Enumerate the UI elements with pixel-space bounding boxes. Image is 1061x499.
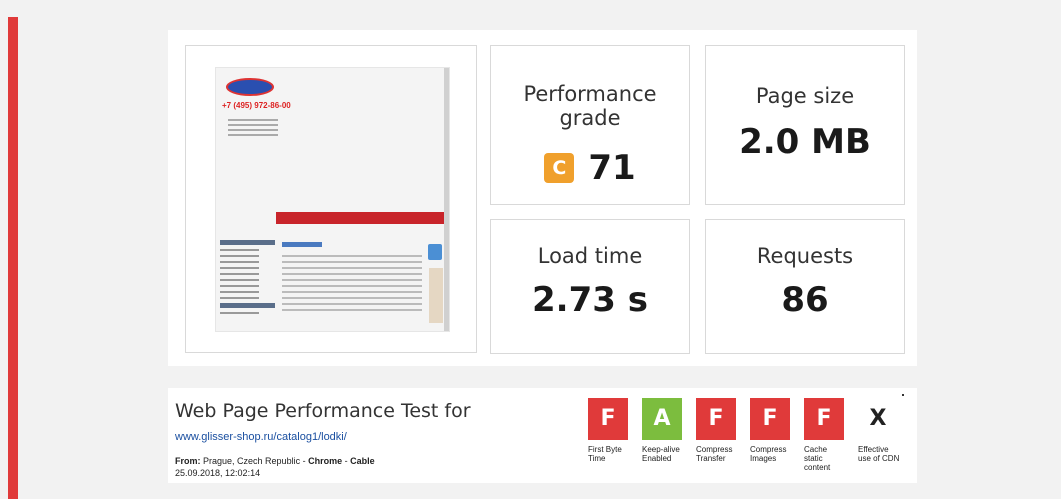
test-location: Prague, Czech Republic (203, 456, 301, 466)
grade-caption: Compress Images (750, 445, 800, 463)
load-time-value: 2.73 s (532, 280, 648, 320)
tested-url-link[interactable]: www.glisser-shop.ru/catalog1/lodki/ (175, 431, 347, 443)
grade-caption: First Byte Time (588, 445, 638, 463)
test-title: Web Page Performance Test for (175, 400, 471, 422)
grade-item[interactable]: F Cache static content (804, 398, 854, 472)
grade-caption: Keep-alive Enabled (642, 445, 692, 463)
site-logo (226, 78, 274, 96)
corner-dot (902, 394, 904, 396)
grade-list: F First Byte Time A Keep-alive Enabled F Compre… (588, 398, 918, 483)
page-size-value: 2.0 MB (739, 122, 871, 162)
performance-score: 71 (588, 148, 636, 188)
separator-2: - (344, 456, 348, 466)
performance-grade-card: Performance grade C 71 (490, 45, 690, 205)
grade-box: F (804, 398, 844, 440)
site-main-content (282, 238, 422, 315)
grade-caption: Cache static content (804, 445, 854, 472)
site-sidebar (220, 236, 275, 331)
site-address-lines (228, 116, 278, 139)
separator-1: - (302, 456, 306, 466)
requests-card: Requests 86 (705, 219, 905, 354)
grade-caption-line: use of CDN (858, 454, 900, 463)
page-size-card: Page size 2.0 MB (705, 45, 905, 205)
grade-caption-line: First Byte (588, 445, 622, 454)
grade-box: X (858, 398, 898, 440)
page-screenshot-card[interactable]: +7 (495) 972-86-00 (185, 45, 477, 353)
grade-box: F (696, 398, 736, 440)
requests-label: Requests (756, 244, 854, 268)
grade-caption-line: Keep-alive (642, 445, 680, 454)
page-screenshot-thumbnail[interactable]: +7 (495) 972-86-00 (215, 67, 450, 332)
grade-box: A (642, 398, 682, 440)
site-nav-bar (276, 212, 449, 224)
grade-caption-line: static (804, 454, 823, 463)
grade-caption-line: content (804, 463, 831, 472)
grade-item[interactable]: F First Byte Time (588, 398, 638, 463)
performance-grade-letter: C (544, 153, 575, 183)
test-info-panel: Web Page Performance Test for www.glisse… (168, 388, 917, 483)
load-time-card: Load time 2.73 s (490, 219, 690, 354)
thumbnail-scrollbar (444, 68, 449, 331)
summary-panel: +7 (495) 972-86-00 Performance grade C 7… (168, 30, 917, 366)
grade-box: F (750, 398, 790, 440)
grade-caption-line: Cache (804, 445, 828, 454)
grade-caption-line: Enabled (642, 454, 672, 463)
from-label: From: (175, 456, 201, 466)
site-cart-icon (428, 244, 442, 260)
grade-caption-line: Compress (696, 445, 733, 454)
test-browser: Chrome (308, 456, 343, 466)
grade-caption: Compress Transfer (696, 445, 746, 463)
site-phone: +7 (495) 972-86-00 (222, 101, 291, 110)
grade-item[interactable]: F Compress Images (750, 398, 800, 463)
test-from-line: From: Prague, Czech Republic - Chrome - … (175, 456, 375, 466)
test-connection: Cable (350, 456, 375, 466)
grade-item[interactable]: A Keep-alive Enabled (642, 398, 692, 463)
requests-value: 86 (781, 280, 829, 320)
grade-caption-line: Transfer (696, 454, 726, 463)
grade-item[interactable]: X Effective use of CDN (858, 398, 908, 463)
grade-box: F (588, 398, 628, 440)
grade-caption-line: Effective (858, 445, 889, 454)
grade-caption-line: Time (588, 454, 606, 463)
performance-grade-label: Performance grade (523, 82, 657, 130)
left-accent-bar (8, 17, 18, 499)
grade-item[interactable]: F Compress Transfer (696, 398, 746, 463)
grade-caption: Effective use of CDN (858, 445, 908, 463)
page-size-label: Page size (755, 84, 855, 108)
test-date: 25.09.2018, 12:02:14 (175, 468, 261, 478)
grade-caption-line: Images (750, 454, 777, 463)
grade-caption-line: Compress (750, 445, 787, 454)
performance-grade-row: C 71 (491, 148, 689, 188)
load-time-label: Load time (537, 244, 643, 268)
site-banner (429, 268, 443, 323)
